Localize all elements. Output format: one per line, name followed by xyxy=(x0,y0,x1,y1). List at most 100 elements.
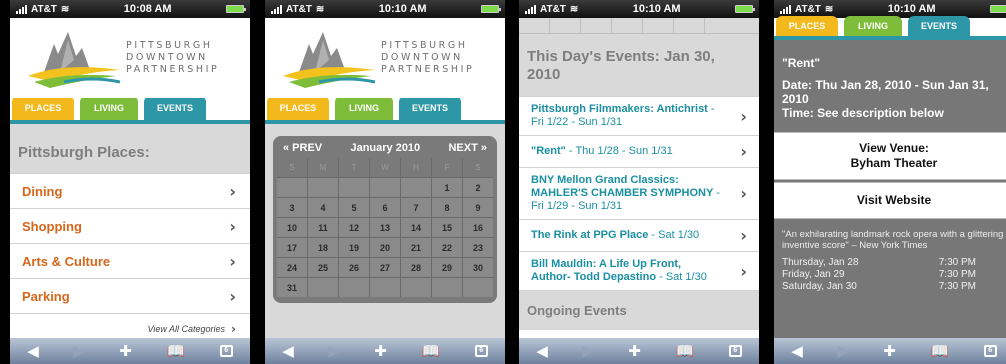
calendar-day[interactable]: 14 xyxy=(401,218,431,237)
calendar-day[interactable]: 11 xyxy=(308,218,338,237)
event-list-item[interactable]: The Rink at PPG Place - Sat 1/30 › xyxy=(519,220,759,252)
calendar-day[interactable]: 6 xyxy=(370,198,400,217)
calendar-header: « PREV January 2010 NEXT » xyxy=(277,140,493,158)
tab-places[interactable]: PLACES xyxy=(12,96,74,120)
forward-arrow-icon[interactable]: ▶ xyxy=(73,342,85,360)
showtime-day: Friday, Jan 29 xyxy=(782,269,845,280)
event-list-item[interactable]: Bill Mauldin: A Life Up Front, Author- T… xyxy=(519,252,759,291)
back-arrow-icon[interactable]: ◀ xyxy=(27,342,39,360)
calendar-screen: AT&T ≋ 10:10 AM PITTSBURGH DOWNTOWN PARTN… xyxy=(265,0,505,364)
back-arrow-icon[interactable]: ◀ xyxy=(536,342,548,360)
calendar-day[interactable]: 29 xyxy=(432,258,462,277)
places-content: Pittsburgh Places: Dining › Shopping › Art… xyxy=(10,124,250,344)
pages-icon[interactable]: 6 xyxy=(474,345,488,357)
calendar-day[interactable]: 9 xyxy=(463,198,493,217)
event-list-item[interactable]: "Rent" - Thu 1/28 - Sun 1/31 › xyxy=(519,136,759,168)
below-fold-ghost xyxy=(265,310,505,322)
calendar-day[interactable]: 2 xyxy=(463,178,493,197)
forward-arrow-icon[interactable]: ▶ xyxy=(328,342,340,360)
calendar-edge xyxy=(519,18,759,34)
chevron-right-icon: › xyxy=(229,251,236,271)
venue-name: Byham Theater xyxy=(850,156,938,170)
battery-icon xyxy=(225,5,246,13)
tab-living[interactable]: LIVING xyxy=(844,16,902,36)
list-item-dining[interactable]: Dining › xyxy=(10,174,250,209)
tab-places[interactable]: PLACES xyxy=(267,96,329,120)
calendar-day[interactable]: 24 xyxy=(277,258,307,277)
view-all-label: View All Categories xyxy=(147,324,226,334)
list-item-label: Shopping xyxy=(22,218,82,234)
tab-places[interactable]: PLACES xyxy=(776,16,838,36)
view-venue-button[interactable]: View Venue: Byham Theater xyxy=(774,132,1006,180)
event-list-item[interactable]: BNY Mellon Grand Classics: MAHLER'S CHAM… xyxy=(519,168,759,220)
tab-events[interactable]: EVENTS xyxy=(908,16,970,36)
event-dates: - Sat 1/30 xyxy=(648,229,700,241)
visit-website-button[interactable]: Visit Website xyxy=(774,182,1006,219)
calendar-day[interactable]: 30 xyxy=(463,258,493,277)
back-arrow-icon[interactable]: ◀ xyxy=(282,342,294,360)
calendar-day[interactable]: 23 xyxy=(463,238,493,257)
event-text: Pittsburgh Filmmakers: Antichrist - Fri … xyxy=(531,103,721,129)
pages-icon[interactable]: 6 xyxy=(728,345,742,357)
add-bookmark-icon[interactable]: ✚ xyxy=(883,342,896,360)
calendar-day[interactable]: 4 xyxy=(308,198,338,217)
back-arrow-icon[interactable]: ◀ xyxy=(791,342,803,360)
list-item-shopping[interactable]: Shopping › xyxy=(10,209,250,244)
bookmarks-book-icon[interactable]: 📖 xyxy=(421,342,440,360)
forward-arrow-icon[interactable]: ▶ xyxy=(837,342,849,360)
calendar-empty-cell xyxy=(339,178,369,197)
calendar-empty-cell xyxy=(401,178,431,197)
chevron-right-icon: › xyxy=(740,261,747,281)
calendar-day[interactable]: 13 xyxy=(370,218,400,237)
forward-arrow-icon[interactable]: ▶ xyxy=(582,342,594,360)
calendar-day[interactable]: 3 xyxy=(277,198,307,217)
calendar-day[interactable]: 19 xyxy=(339,238,369,257)
showtime-time: 7:30 PM xyxy=(938,269,976,280)
calendar-day[interactable]: 31 xyxy=(277,278,307,297)
calendar-day[interactable]: 25 xyxy=(308,258,338,277)
list-item-arts-culture[interactable]: Arts & Culture › xyxy=(10,244,250,279)
calendar-day[interactable]: 27 xyxy=(370,258,400,277)
pages-icon[interactable]: 6 xyxy=(983,345,997,357)
signal-icon xyxy=(16,4,27,14)
main-tabs: PLACES LIVING EVENTS xyxy=(10,96,250,124)
chevron-right-icon: › xyxy=(740,184,747,203)
calendar-day[interactable]: 22 xyxy=(432,238,462,257)
logo-line-2: DOWNTOWN xyxy=(126,52,208,63)
event-list-item[interactable]: Pittsburgh Filmmakers: Antichrist - Fri … xyxy=(519,97,759,136)
calendar-day[interactable]: 28 xyxy=(401,258,431,277)
showtime-day: Saturday, Jan 30 xyxy=(782,281,857,292)
carrier-label: AT&T xyxy=(286,3,312,15)
bookmarks-book-icon[interactable]: 📖 xyxy=(166,342,185,360)
add-bookmark-icon[interactable]: ✚ xyxy=(119,342,132,360)
calendar-day[interactable]: 7 xyxy=(401,198,431,217)
tab-living[interactable]: LIVING xyxy=(335,96,393,120)
tab-events[interactable]: EVENTS xyxy=(144,96,206,120)
calendar-day[interactable]: 5 xyxy=(339,198,369,217)
calendar-empty-cell xyxy=(370,278,400,297)
calendar-day[interactable]: 17 xyxy=(277,238,307,257)
calendar-day[interactable]: 10 xyxy=(277,218,307,237)
calendar-day[interactable]: 21 xyxy=(401,238,431,257)
tab-living[interactable]: LIVING xyxy=(80,96,138,120)
calendar-day[interactable]: 12 xyxy=(339,218,369,237)
chevron-right-icon: › xyxy=(740,226,747,245)
add-bookmark-icon[interactable]: ✚ xyxy=(628,342,641,360)
list-item-parking[interactable]: Parking › xyxy=(10,279,250,314)
prev-month-button[interactable]: « PREV xyxy=(283,142,322,154)
bookmarks-book-icon[interactable]: 📖 xyxy=(675,342,694,360)
calendar-day[interactable]: 26 xyxy=(339,258,369,277)
calendar-day[interactable]: 1 xyxy=(432,178,462,197)
skyline-logo-icon xyxy=(283,32,376,88)
calendar-day[interactable]: 18 xyxy=(308,238,338,257)
calendar-empty-cell xyxy=(401,278,431,297)
calendar-day[interactable]: 16 xyxy=(463,218,493,237)
bookmarks-book-icon[interactable]: 📖 xyxy=(930,342,949,360)
calendar-day[interactable]: 20 xyxy=(370,238,400,257)
pages-icon[interactable]: 6 xyxy=(219,345,233,357)
add-bookmark-icon[interactable]: ✚ xyxy=(374,342,387,360)
tab-events[interactable]: EVENTS xyxy=(399,96,461,120)
calendar-day[interactable]: 8 xyxy=(432,198,462,217)
calendar-day[interactable]: 15 xyxy=(432,218,462,237)
next-month-button[interactable]: NEXT » xyxy=(448,142,487,154)
